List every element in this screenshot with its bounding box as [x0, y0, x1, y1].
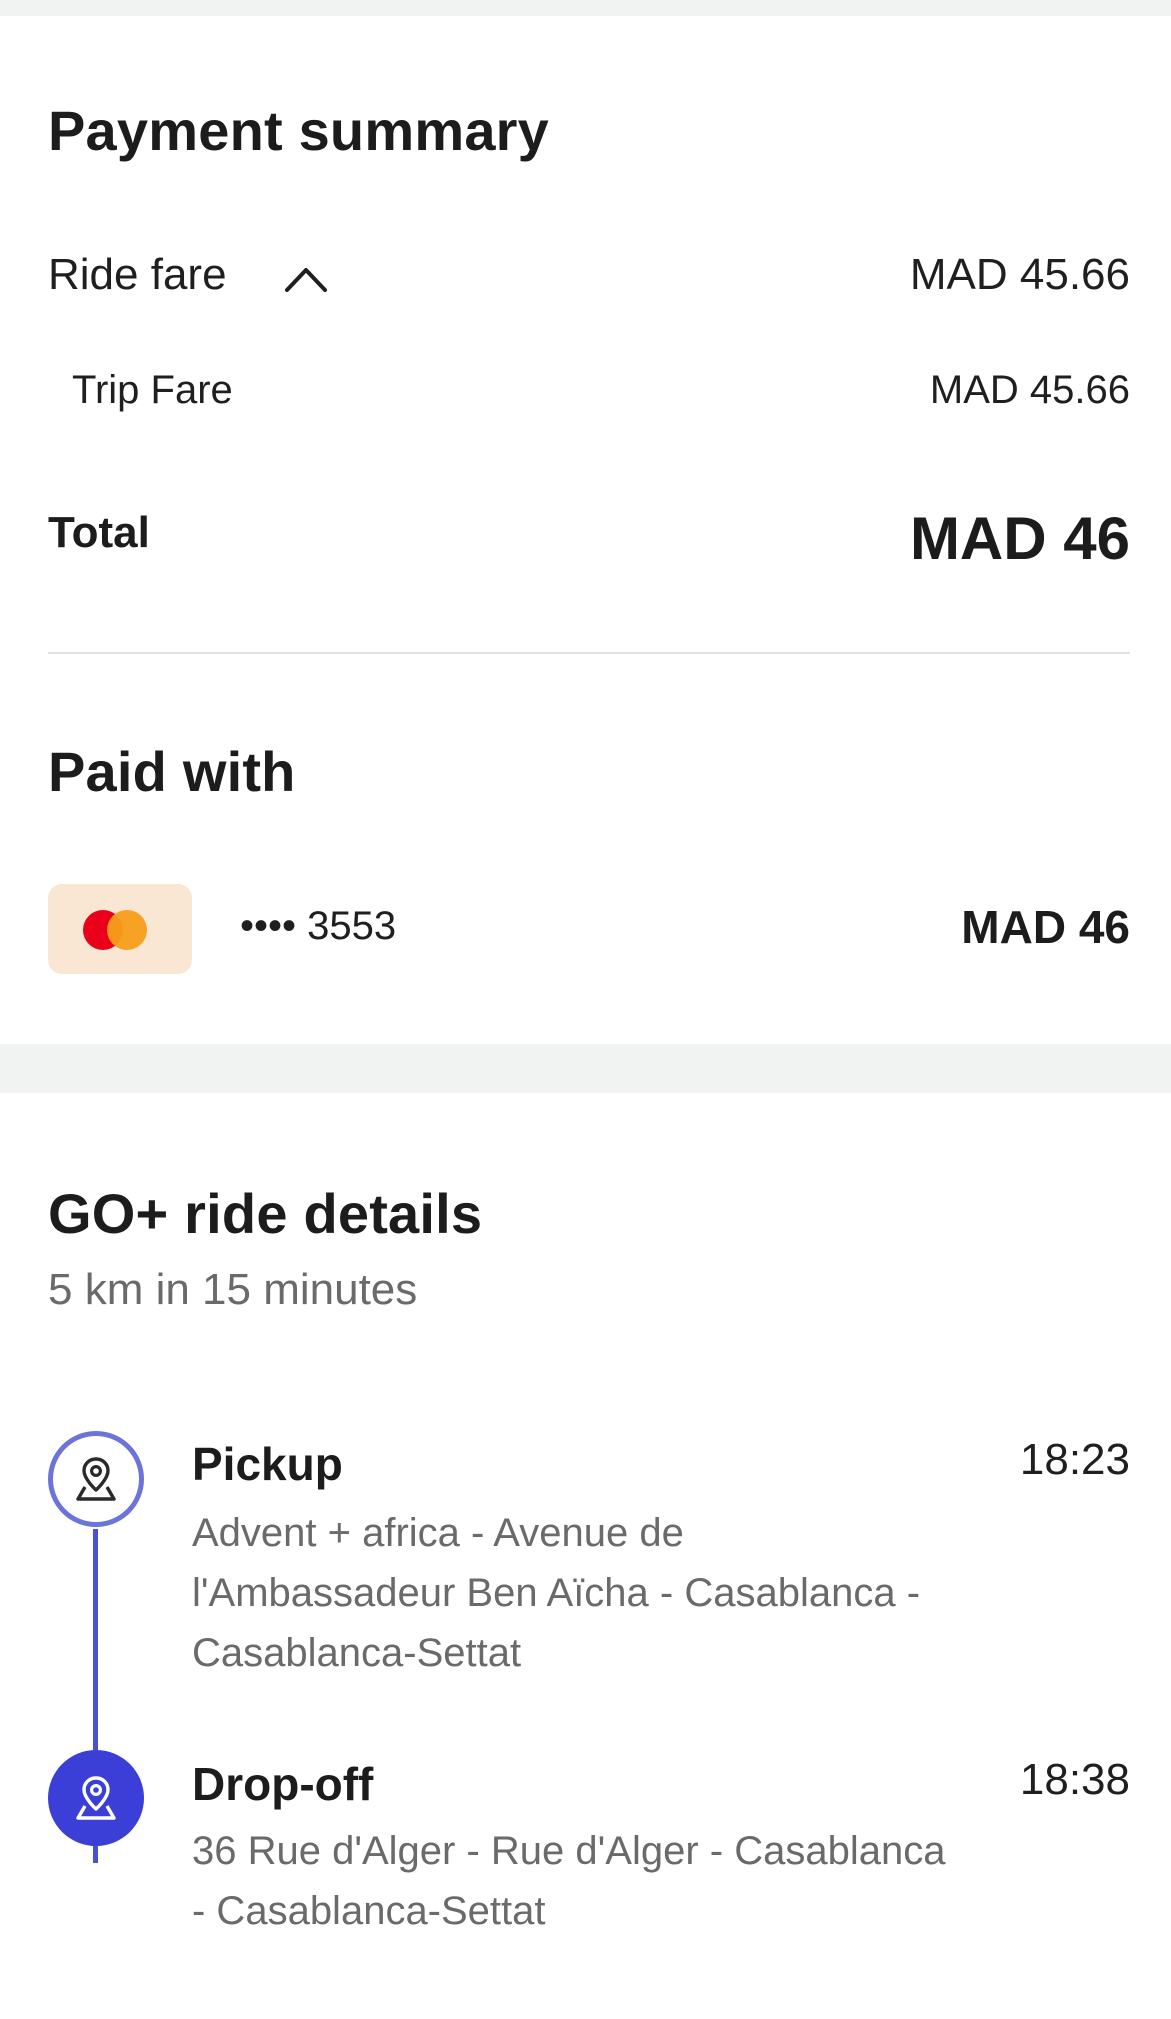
map-pin-icon	[48, 1431, 144, 1527]
ride-summary: 5 km in 15 minutes	[48, 1265, 418, 1314]
section-divider	[48, 652, 1130, 654]
dropoff-title: Drop-off	[192, 1758, 374, 1810]
pickup-title: Pickup	[192, 1438, 343, 1490]
ride-fare-amount: MAD 45.66	[909, 250, 1130, 299]
pickup-time: 18:23	[1019, 1435, 1130, 1484]
map-pin-icon	[48, 1750, 144, 1846]
chevron-up-icon[interactable]	[283, 264, 329, 294]
paid-with-title: Paid with	[48, 740, 296, 803]
trip-fare-amount: MAD 45.66	[929, 368, 1130, 412]
payment-summary-title: Payment summary	[48, 99, 550, 162]
ride-details-title: GO+ ride details	[48, 1182, 483, 1245]
dropoff-address: 36 Rue d'Alger - Rue d'Alger - Casablanc…	[192, 1829, 946, 1933]
payment-card: Payment summary Ride fare MAD 45.66 Trip…	[0, 16, 1171, 1044]
ride-details-card: GO+ ride details 5 km in 15 minutes Pick…	[0, 1093, 1171, 2019]
trip-fare-label: Trip Fare	[72, 368, 233, 412]
dropoff-time: 18:38	[1019, 1755, 1130, 1804]
mastercard-icon	[48, 884, 192, 974]
ride-fare-label: Ride fare	[48, 250, 227, 299]
paid-amount: MAD 46	[961, 901, 1130, 953]
total-amount: MAD 46	[909, 505, 1130, 572]
pickup-address: Advent + africa - Avenue de l'Ambassadeu…	[192, 1511, 921, 1675]
total-label: Total	[48, 508, 150, 557]
card-number: •••• 3553	[240, 904, 397, 948]
